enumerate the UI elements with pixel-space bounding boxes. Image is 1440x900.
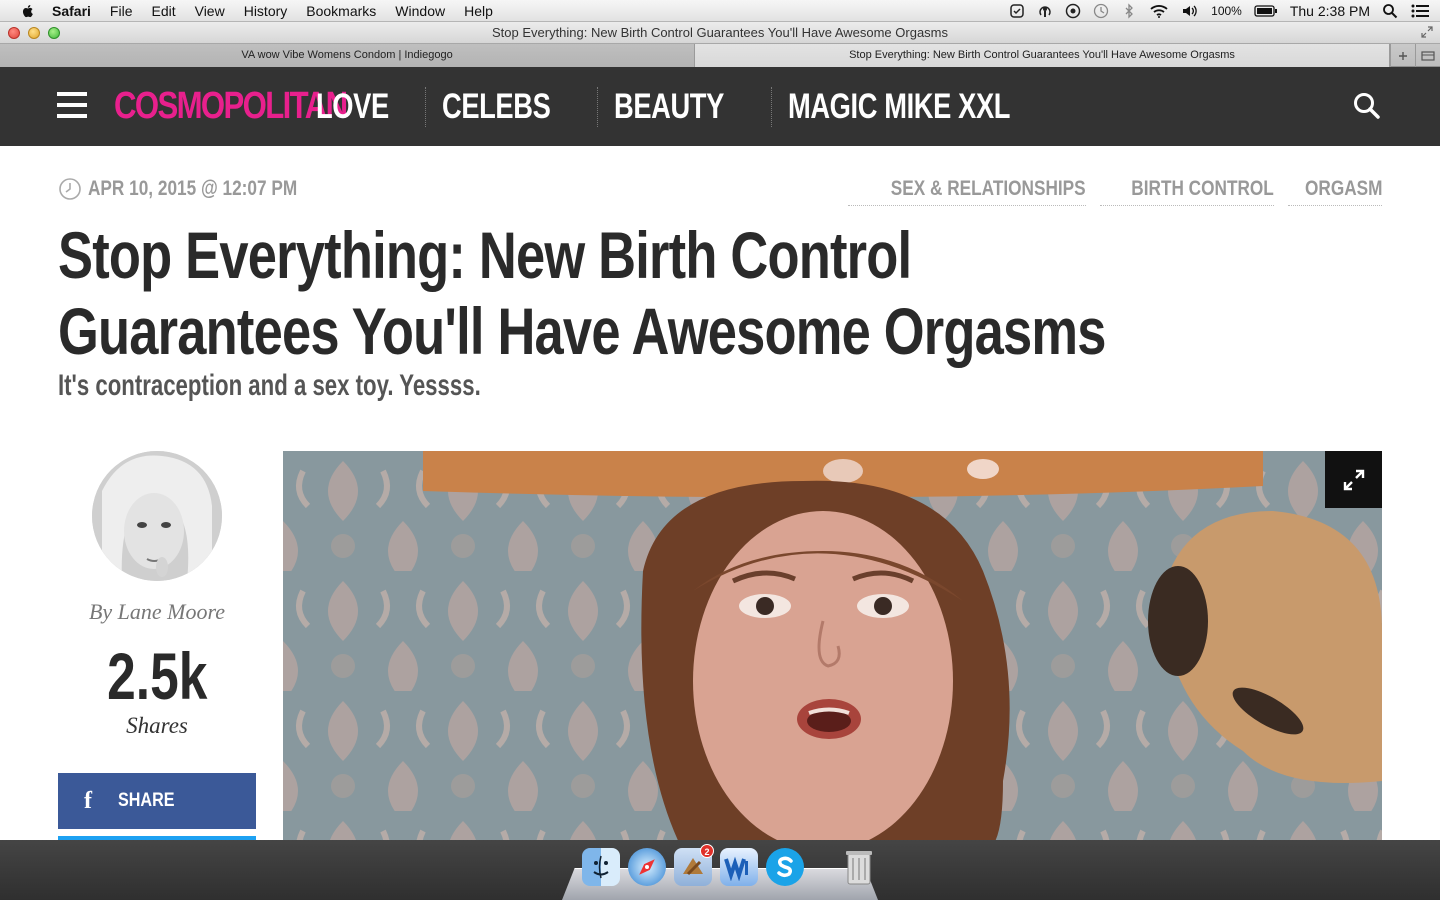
web-page: COSMOPOLITAN LOVE CELEBS BEAUTY MAGIC MI…	[0, 67, 1440, 840]
nav-love[interactable]: LOVE	[300, 87, 425, 127]
nav-celebs[interactable]: CELEBS	[425, 87, 597, 127]
menu-edit[interactable]: Edit	[151, 3, 175, 19]
mail-badge: 2	[700, 844, 714, 858]
author-portrait-image	[92, 451, 222, 581]
notification-center-icon[interactable]	[1410, 3, 1430, 19]
tab-overview-icon	[1421, 50, 1435, 61]
close-window-button[interactable]	[8, 27, 20, 39]
share-count: 2.5k	[106, 639, 208, 713]
status-menus: 100% Thu 2:38 PM	[1009, 0, 1430, 22]
apple-icon[interactable]	[20, 3, 36, 19]
menu-clock[interactable]: Thu 2:38 PM	[1290, 3, 1370, 19]
facebook-icon: f	[84, 787, 92, 814]
tag-sex-relationships[interactable]: SEX & RELATIONSHIPS	[848, 177, 1086, 206]
menu-file[interactable]: File	[110, 3, 133, 19]
minimize-window-button[interactable]	[28, 27, 40, 39]
battery-icon[interactable]	[1254, 3, 1278, 19]
author-byline[interactable]: By Lane Moore	[58, 599, 256, 625]
site-header: COSMOPOLITAN LOVE CELEBS BEAUTY MAGIC MI…	[0, 67, 1440, 146]
safari-icon[interactable]	[628, 848, 666, 886]
tag-birth-control[interactable]: BIRTH CONTROL	[1099, 177, 1274, 206]
expand-image-button[interactable]	[1325, 451, 1382, 508]
nav-magic-mike-xxl[interactable]: MAGIC MIKE XXL	[771, 87, 1089, 127]
mail-icon[interactable]: 2	[674, 844, 714, 886]
volume-icon[interactable]	[1181, 3, 1199, 19]
expand-icon	[1343, 469, 1364, 490]
main-nav: LOVE CELEBS BEAUTY MAGIC MIKE XXL	[300, 87, 1089, 127]
dock-spacer	[812, 848, 832, 886]
bluetooth-icon[interactable]	[1121, 3, 1137, 19]
tab-label: Stop Everything: New Birth Control Guara…	[849, 49, 1235, 61]
window-title: Stop Everything: New Birth Control Guara…	[491, 25, 949, 40]
finder-icon[interactable]	[582, 848, 620, 886]
trash-icon[interactable]	[840, 848, 878, 886]
clock-icon	[59, 178, 81, 200]
battery-percent[interactable]: 100%	[1211, 4, 1242, 18]
tab-indiegogo[interactable]: VA wow Vibe Womens Condom | Indiegogo	[0, 44, 695, 67]
facebook-share-label: SHARE	[118, 790, 175, 811]
hero-photo	[283, 451, 1382, 840]
article-tags: SEX & RELATIONSHIPS BIRTH CONTROL ORGASM	[848, 177, 1382, 206]
window-controls	[8, 27, 60, 39]
tab-overview-button[interactable]	[1415, 44, 1440, 67]
fullscreen-icon[interactable]	[1420, 25, 1434, 39]
menu-app-name[interactable]: Safari	[52, 3, 91, 19]
tab-bar: VA wow Vibe Womens Condom | Indiegogo St…	[0, 44, 1440, 67]
menu-history[interactable]: History	[244, 3, 288, 19]
wifi-icon[interactable]	[1149, 3, 1169, 19]
menu-help[interactable]: Help	[464, 3, 493, 19]
menu-view[interactable]: View	[195, 3, 225, 19]
facebook-share-button[interactable]: f SHARE	[58, 773, 256, 829]
menu-bar: Safari File Edit View History Bookmarks …	[0, 0, 1440, 22]
plus-icon	[1399, 51, 1407, 60]
share-count-label: Shares	[126, 713, 188, 738]
sync-status-icon[interactable]	[1065, 3, 1081, 19]
menu-window[interactable]: Window	[395, 3, 445, 19]
article-headline: Stop Everything: New Birth Control Guara…	[58, 218, 1106, 368]
airplay-icon[interactable]	[1037, 3, 1053, 19]
article-hero-image[interactable]	[283, 451, 1382, 840]
menu-bookmarks[interactable]: Bookmarks	[306, 3, 376, 19]
nav-beauty[interactable]: BEAUTY	[597, 87, 771, 127]
checkbox-status-icon[interactable]	[1009, 3, 1025, 19]
hamburger-menu-icon[interactable]	[57, 92, 87, 118]
window-title-bar[interactable]: Stop Everything: New Birth Control Guara…	[0, 22, 1440, 44]
tab-cosmopolitan[interactable]: Stop Everything: New Birth Control Guara…	[695, 44, 1390, 67]
zoom-window-button[interactable]	[48, 27, 60, 39]
author-avatar[interactable]	[92, 451, 222, 581]
word-app-icon[interactable]	[720, 848, 758, 886]
spotlight-search-icon[interactable]	[1382, 3, 1398, 19]
article-date: APR 10, 2015 @ 12:07 PM	[58, 177, 343, 201]
new-tab-button[interactable]	[1390, 44, 1415, 67]
tab-label: VA wow Vibe Womens Condom | Indiegogo	[241, 49, 453, 61]
article-dek: It's contraception and a sex toy. Yessss…	[58, 369, 481, 402]
skype-icon[interactable]	[766, 848, 804, 886]
time-machine-icon[interactable]	[1093, 3, 1109, 19]
search-icon[interactable]	[1352, 91, 1382, 121]
dock: 2	[582, 844, 878, 886]
date-text: APR 10, 2015 @ 12:07 PM	[88, 177, 298, 200]
tag-orgasm[interactable]: ORGASM	[1287, 177, 1382, 206]
